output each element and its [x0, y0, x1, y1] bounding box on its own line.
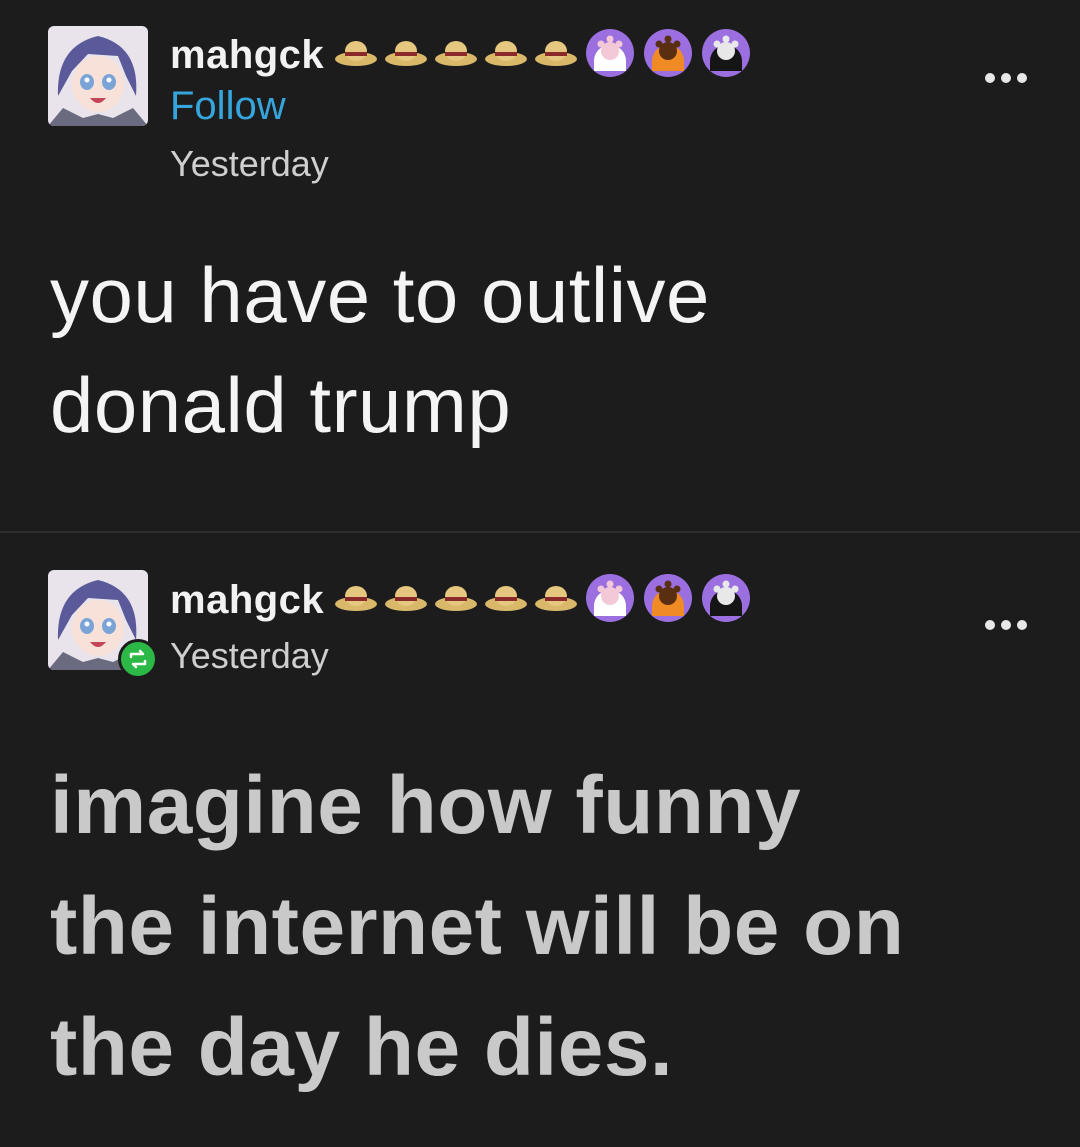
straw-hat-icon: [484, 583, 528, 618]
post-text-line: imagine how funny: [50, 760, 802, 851]
post-text-line: you have to outlive: [50, 251, 710, 339]
straw-hat-icon: [534, 38, 578, 73]
straw-hat-icon: [384, 38, 428, 73]
username[interactable]: mahgck: [170, 578, 324, 623]
avatar-image: [48, 26, 148, 126]
follow-button[interactable]: Follow: [170, 84, 286, 129]
post-text: imagine how funny the internet will be o…: [50, 745, 904, 1108]
straw-hat-icon: [334, 38, 378, 73]
post-text: you have to outlive donald trump: [50, 240, 710, 460]
paw-black-icon: [700, 572, 752, 629]
paw-black-icon: [700, 27, 752, 84]
post-reblog: mahgck Yesterday imagine how funny the i…: [0, 533, 1080, 1147]
more-options-icon[interactable]: [985, 620, 1027, 630]
reblog-icon: [118, 639, 158, 679]
author-row: mahgck: [170, 27, 752, 83]
straw-hat-icon: [334, 583, 378, 618]
post-text-line: the internet will be on: [50, 881, 905, 972]
avatar[interactable]: [48, 26, 148, 126]
paw-white-icon: [584, 572, 636, 629]
username[interactable]: mahgck: [170, 33, 324, 78]
paw-orange-icon: [642, 27, 694, 84]
post-original: mahgck Follow Yesterday you have to outl…: [0, 0, 1080, 532]
more-options-icon[interactable]: [985, 73, 1027, 83]
straw-hat-icon: [434, 583, 478, 618]
straw-hat-icon: [384, 583, 428, 618]
straw-hat-icon: [534, 583, 578, 618]
author-row: mahgck: [170, 572, 752, 628]
post-text-line: donald trump: [50, 361, 512, 449]
post-timestamp: Yesterday: [170, 143, 329, 184]
paw-white-icon: [584, 27, 636, 84]
straw-hat-icon: [434, 38, 478, 73]
post-text-line: the day he dies.: [50, 1002, 674, 1093]
post-timestamp: Yesterday: [170, 635, 329, 676]
straw-hat-icon: [484, 38, 528, 73]
paw-orange-icon: [642, 572, 694, 629]
